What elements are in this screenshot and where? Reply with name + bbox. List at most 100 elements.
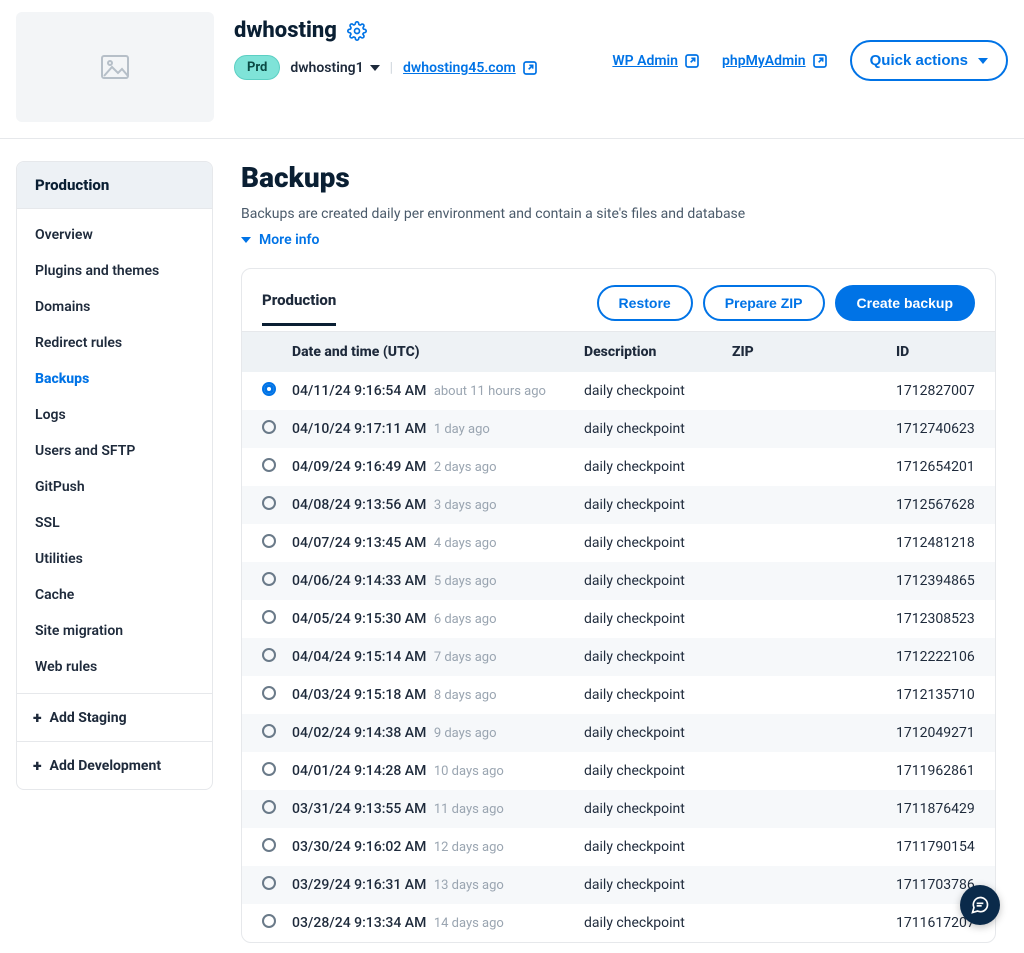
plus-icon: + <box>33 708 42 727</box>
row-radio[interactable] <box>262 876 276 890</box>
sidebar-item-plugins-and-themes[interactable]: Plugins and themes <box>17 253 212 289</box>
row-radio[interactable] <box>262 496 276 510</box>
row-description: daily checkpoint <box>584 725 732 741</box>
domain-link[interactable]: dwhosting45.com <box>403 60 538 76</box>
row-id: 1711703786 <box>896 877 975 893</box>
table-row[interactable]: 04/04/24 9:15:14 AM 7 days agodaily chec… <box>242 638 995 676</box>
row-radio[interactable] <box>262 800 276 814</box>
row-datetime: 03/30/24 9:16:02 AM <box>292 839 426 855</box>
table-row[interactable]: 03/30/24 9:16:02 AM 12 days agodaily che… <box>242 828 995 866</box>
row-radio[interactable] <box>262 724 276 738</box>
row-id: 1712135710 <box>896 687 975 703</box>
wp-admin-link[interactable]: WP Admin <box>612 53 700 69</box>
table-row[interactable]: 04/07/24 9:13:45 AM 4 days agodaily chec… <box>242 524 995 562</box>
row-id: 1712567628 <box>896 497 975 513</box>
quick-actions-label: Quick actions <box>870 52 968 69</box>
row-radio[interactable] <box>262 914 276 928</box>
row-datetime: 04/09/24 9:16:49 AM <box>292 459 426 475</box>
sidebar-item-utilities[interactable]: Utilities <box>17 541 212 577</box>
table-row[interactable]: 04/05/24 9:15:30 AM 6 days agodaily chec… <box>242 600 995 638</box>
prepare-zip-button[interactable]: Prepare ZIP <box>703 285 825 321</box>
chat-fab[interactable] <box>960 885 1000 925</box>
row-ago: 13 days ago <box>434 878 504 893</box>
table-row[interactable]: 04/01/24 9:14:28 AM 10 days agodaily che… <box>242 752 995 790</box>
row-datetime: 04/05/24 9:15:30 AM <box>292 611 426 627</box>
row-radio[interactable] <box>262 762 276 776</box>
row-datetime: 04/06/24 9:14:33 AM <box>292 573 426 589</box>
row-ago: 11 days ago <box>434 802 504 817</box>
row-radio[interactable] <box>262 648 276 662</box>
tab-production[interactable]: Production <box>262 291 336 326</box>
gear-icon[interactable] <box>347 21 367 41</box>
row-datetime: 04/03/24 9:15:18 AM <box>292 687 426 703</box>
table-row[interactable]: 04/06/24 9:14:33 AM 5 days agodaily chec… <box>242 562 995 600</box>
sidebar-heading: Production <box>17 162 212 209</box>
row-radio[interactable] <box>262 572 276 586</box>
row-id: 1712308523 <box>896 611 975 627</box>
table-row[interactable]: 03/29/24 9:16:31 AM 13 days agodaily che… <box>242 866 995 904</box>
row-description: daily checkpoint <box>584 877 732 893</box>
chevron-down-icon <box>241 237 251 243</box>
sidebar-item-overview[interactable]: Overview <box>17 217 212 253</box>
col-zip: ZIP <box>732 344 896 360</box>
row-id: 1711876429 <box>896 801 975 817</box>
site-title: dwhosting <box>234 18 337 43</box>
table-row[interactable]: 04/09/24 9:16:49 AM 2 days agodaily chec… <box>242 448 995 486</box>
sidebar-item-ssl[interactable]: SSL <box>17 505 212 541</box>
row-radio[interactable] <box>262 686 276 700</box>
row-description: daily checkpoint <box>584 839 732 855</box>
row-description: daily checkpoint <box>584 573 732 589</box>
divider: | <box>390 60 393 76</box>
sidebar-item-redirect-rules[interactable]: Redirect rules <box>17 325 212 361</box>
external-link-icon <box>812 53 828 69</box>
row-description: daily checkpoint <box>584 915 732 931</box>
site-thumbnail <box>16 12 214 122</box>
phpmyadmin-text: phpMyAdmin <box>722 53 806 69</box>
row-id: 1712481218 <box>896 535 975 551</box>
image-placeholder-icon <box>101 55 129 79</box>
table-row[interactable]: 04/10/24 9:17:11 AM 1 day agodaily check… <box>242 410 995 448</box>
row-datetime: 04/08/24 9:13:56 AM <box>292 497 426 513</box>
chevron-down-icon <box>370 65 380 71</box>
restore-button[interactable]: Restore <box>597 285 693 321</box>
more-info-toggle[interactable]: More info <box>241 232 996 248</box>
sidebar-item-domains[interactable]: Domains <box>17 289 212 325</box>
row-ago: 8 days ago <box>434 688 497 703</box>
sidebar-item-backups[interactable]: Backups <box>17 361 212 397</box>
row-radio[interactable] <box>262 838 276 852</box>
main-content: Backups Backups are created daily per en… <box>213 139 1024 943</box>
sidebar-item-users-and-sftp[interactable]: Users and SFTP <box>17 433 212 469</box>
add-development-button[interactable]: + Add Development <box>17 741 212 789</box>
add-staging-button[interactable]: + Add Staging <box>17 693 212 741</box>
row-radio[interactable] <box>262 534 276 548</box>
row-radio[interactable] <box>262 420 276 434</box>
row-description: daily checkpoint <box>584 649 732 665</box>
sidebar-item-logs[interactable]: Logs <box>17 397 212 433</box>
create-backup-button[interactable]: Create backup <box>835 285 975 321</box>
row-id: 1711962861 <box>896 763 975 779</box>
sidebar-item-gitpush[interactable]: GitPush <box>17 469 212 505</box>
table-row[interactable]: 04/03/24 9:15:18 AM 8 days agodaily chec… <box>242 676 995 714</box>
page-title: Backups <box>241 161 996 194</box>
row-ago: 1 day ago <box>434 422 490 437</box>
row-id: 1712049271 <box>896 725 975 741</box>
row-datetime: 03/28/24 9:13:34 AM <box>292 915 426 931</box>
row-id: 1712740623 <box>896 421 975 437</box>
quick-actions-button[interactable]: Quick actions <box>850 40 1008 81</box>
row-id: 1712222106 <box>896 649 975 665</box>
table-row[interactable]: 04/08/24 9:13:56 AM 3 days agodaily chec… <box>242 486 995 524</box>
table-row[interactable]: 04/02/24 9:14:38 AM 9 days agodaily chec… <box>242 714 995 752</box>
table-row[interactable]: 03/28/24 9:13:34 AM 14 days agodaily che… <box>242 904 995 942</box>
phpmyadmin-link[interactable]: phpMyAdmin <box>722 53 828 69</box>
table-row[interactable]: 04/11/24 9:16:54 AM about 11 hours agoda… <box>242 372 995 410</box>
page-header: dwhosting Prd dwhosting1 | dwhosting45.c… <box>0 0 1024 139</box>
env-selector[interactable]: dwhosting1 <box>290 60 379 76</box>
row-radio[interactable] <box>262 382 276 396</box>
sidebar-item-site-migration[interactable]: Site migration <box>17 613 212 649</box>
table-body: 04/11/24 9:16:54 AM about 11 hours agoda… <box>242 372 995 942</box>
table-row[interactable]: 03/31/24 9:13:55 AM 11 days agodaily che… <box>242 790 995 828</box>
sidebar-item-cache[interactable]: Cache <box>17 577 212 613</box>
sidebar-item-web-rules[interactable]: Web rules <box>17 649 212 685</box>
row-radio[interactable] <box>262 610 276 624</box>
row-radio[interactable] <box>262 458 276 472</box>
